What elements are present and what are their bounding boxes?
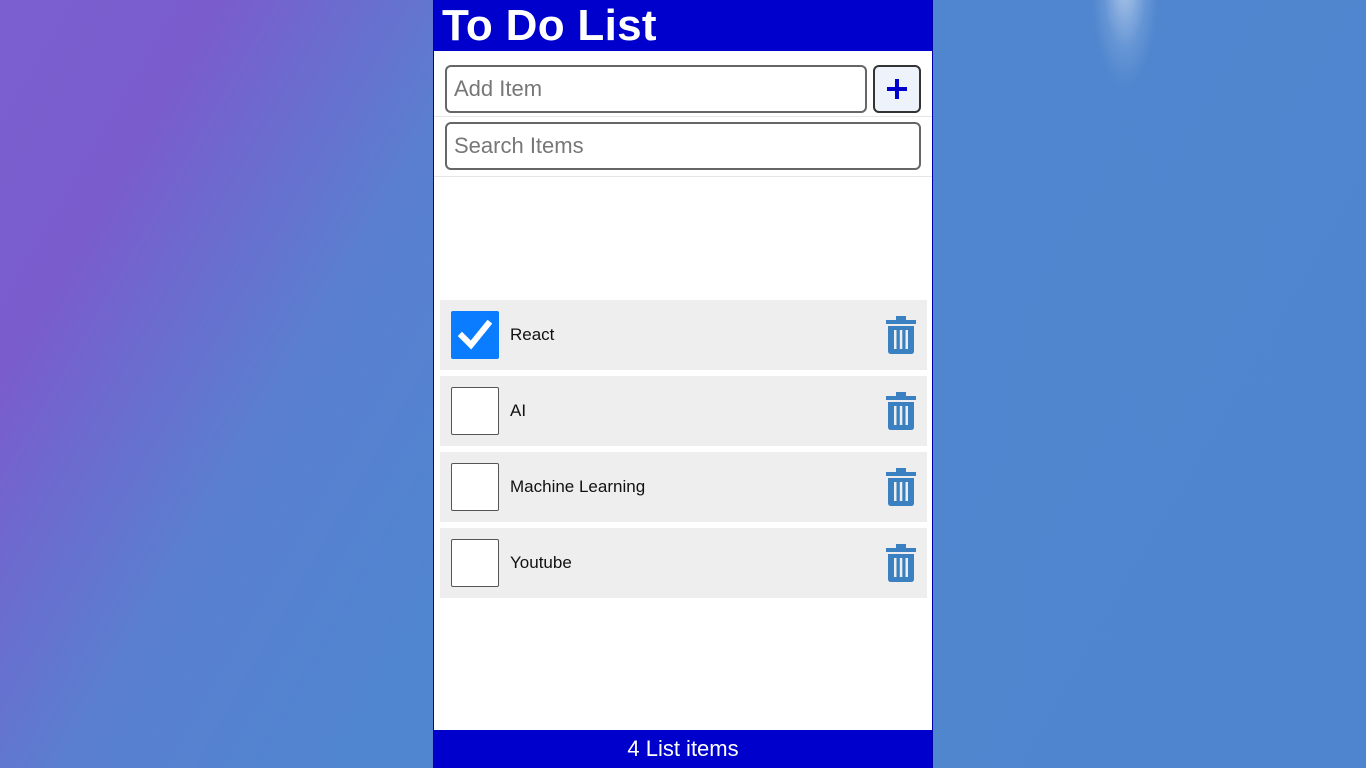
item-checkbox[interactable]: [451, 539, 499, 587]
item-count: 4 List items: [627, 736, 739, 761]
list-item: React: [440, 300, 927, 370]
trash-icon[interactable]: [883, 315, 919, 355]
todo-app: To Do List React: [433, 0, 933, 768]
search-form: [434, 117, 932, 177]
list-item: Machine Learning: [440, 452, 927, 522]
item-checkbox[interactable]: [451, 463, 499, 511]
trash-icon[interactable]: [883, 391, 919, 431]
add-item-button[interactable]: [873, 65, 921, 113]
list-item: Youtube: [440, 528, 927, 598]
trash-icon[interactable]: [883, 467, 919, 507]
app-header: To Do List: [434, 0, 932, 51]
plus-icon: [887, 79, 908, 99]
item-label: Youtube: [510, 553, 572, 572]
background-glow: [1090, 0, 1160, 90]
item-label: React: [510, 325, 555, 344]
todo-list: React AI Machine Learning Youtube: [440, 300, 927, 604]
trash-icon[interactable]: [883, 543, 919, 583]
add-item-form: [434, 51, 932, 117]
app-footer: 4 List items: [434, 730, 932, 768]
check-icon: [458, 319, 492, 350]
search-input[interactable]: [445, 122, 921, 170]
app-title: To Do List: [442, 0, 657, 50]
item-label: AI: [510, 401, 527, 420]
add-item-input[interactable]: [445, 65, 868, 113]
item-label: Machine Learning: [510, 477, 646, 496]
item-checkbox[interactable]: [451, 311, 499, 359]
item-checkbox[interactable]: [451, 387, 499, 435]
list-item: AI: [440, 376, 927, 446]
